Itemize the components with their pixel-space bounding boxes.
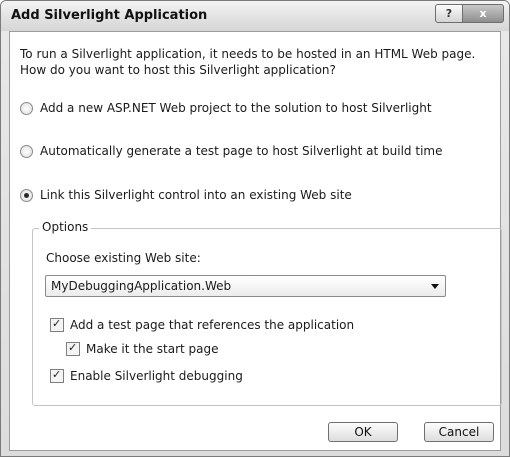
- checkbox-add-test-page[interactable]: Add a test page that references the appl…: [50, 317, 354, 333]
- close-icon: x: [479, 7, 487, 20]
- radio-generate-test-page[interactable]: Automatically generate a test page to ho…: [20, 143, 442, 159]
- checkbox-start-page[interactable]: Make it the start page: [66, 341, 219, 357]
- checkbox-silverlight-debugging[interactable]: Enable Silverlight debugging: [50, 368, 243, 384]
- help-button[interactable]: ?: [435, 4, 463, 23]
- website-dropdown-value: MyDebuggingApplication.Web: [51, 279, 232, 293]
- checkbox-label: Make it the start page: [86, 342, 219, 356]
- website-dropdown[interactable]: MyDebuggingApplication.Web: [45, 275, 446, 297]
- dialog-window: Add Silverlight Application ? x To run a…: [0, 0, 510, 457]
- checkbox-checked-icon[interactable]: [50, 317, 64, 332]
- radio-link-existing-site[interactable]: Link this Silverlight control into an ex…: [20, 187, 352, 203]
- checkbox-label: Add a test page that references the appl…: [70, 318, 355, 332]
- intro-text: To run a Silverlight application, it nee…: [20, 47, 476, 77]
- dialog-content: To run a Silverlight application, it nee…: [9, 31, 502, 451]
- close-button[interactable]: x: [462, 4, 504, 23]
- options-groupbox: Options Choose existing Web site: MyDebu…: [32, 220, 502, 406]
- choose-site-label: Choose existing Web site:: [46, 251, 201, 265]
- radio-label: Automatically generate a test page to ho…: [40, 144, 443, 158]
- checkbox-label: Enable Silverlight debugging: [70, 369, 243, 383]
- ok-button[interactable]: OK: [328, 422, 398, 442]
- cancel-button[interactable]: Cancel: [424, 422, 494, 442]
- chevron-down-icon[interactable]: [431, 284, 439, 289]
- checkbox-checked-icon[interactable]: [66, 341, 80, 356]
- help-icon: ?: [445, 7, 453, 20]
- radio-label: Link this Silverlight control into an ex…: [40, 188, 352, 202]
- radio-add-aspnet-project[interactable]: Add a new ASP.NET Web project to the sol…: [20, 100, 432, 116]
- dialog-title: Add Silverlight Application: [11, 8, 208, 23]
- checkbox-checked-icon[interactable]: [50, 368, 64, 383]
- radio-label: Add a new ASP.NET Web project to the sol…: [40, 101, 432, 115]
- radio-button-selected-icon[interactable]: [20, 188, 33, 202]
- options-legend: Options: [39, 220, 92, 234]
- radio-button-icon[interactable]: [20, 144, 33, 158]
- title-bar[interactable]: Add Silverlight Application ? x: [1, 1, 509, 31]
- radio-button-icon[interactable]: [20, 101, 33, 115]
